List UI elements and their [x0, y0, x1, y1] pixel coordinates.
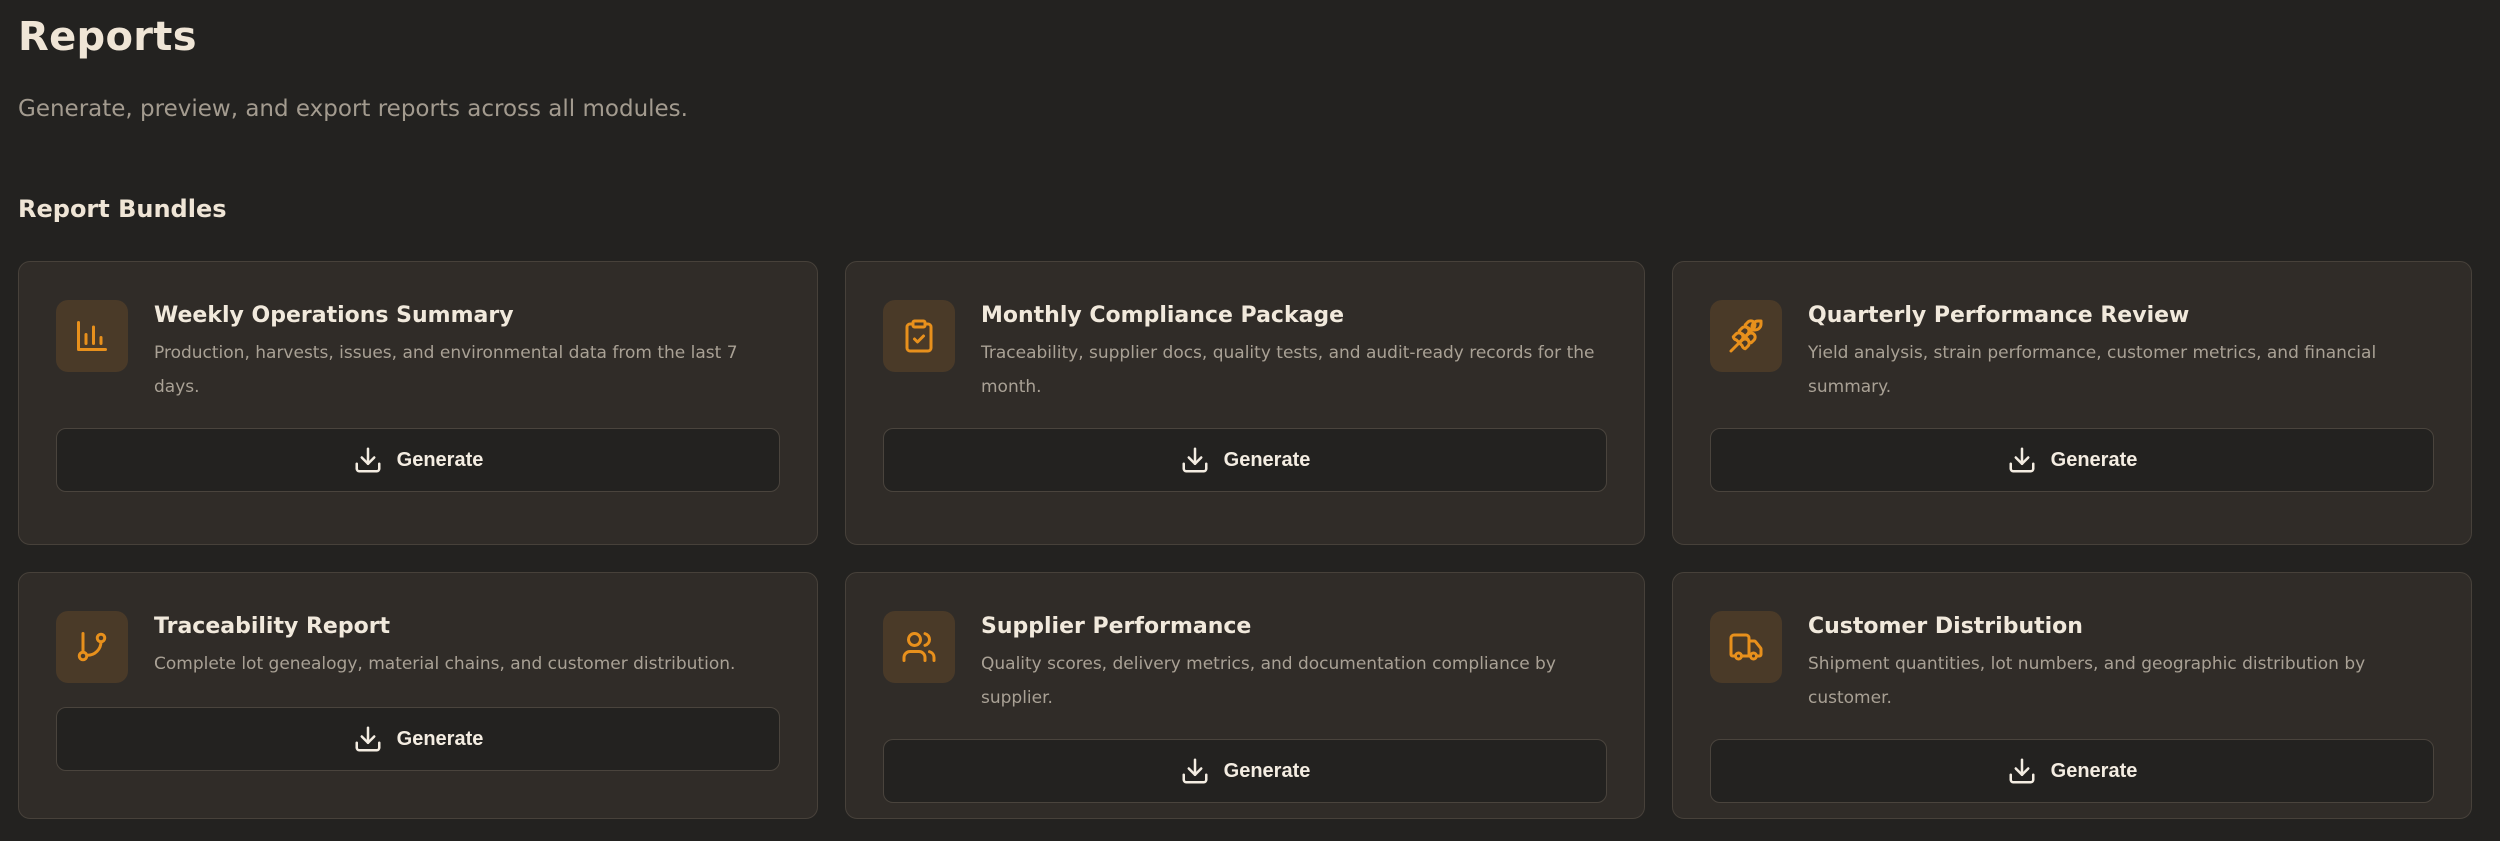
generate-button[interactable]: Generate [883, 428, 1607, 492]
card-description: Complete lot genealogy, material chains,… [154, 654, 736, 674]
generate-button-label: Generate [2050, 760, 2138, 782]
card-description: Production, harvests, issues, and enviro… [154, 343, 738, 397]
wheat-icon [1710, 300, 1782, 372]
report-card-customer-distribution: Customer Distribution Shipment quantitie… [1672, 572, 2472, 819]
page-subtitle: Generate, preview, and export reports ac… [18, 96, 688, 122]
generate-button-label: Generate [1223, 449, 1311, 471]
card-description: Traceability, supplier docs, quality tes… [981, 343, 1595, 397]
card-description: Shipment quantities, lot numbers, and ge… [1808, 654, 2366, 708]
download-icon [2009, 447, 2035, 473]
users-icon [883, 611, 955, 683]
generate-button-label: Generate [396, 728, 484, 750]
generate-button-label: Generate [2050, 449, 2138, 471]
card-title: Weekly Operations Summary [154, 303, 514, 328]
card-description: Yield analysis, strain performance, cust… [1808, 343, 2377, 397]
report-card-supplier-performance: Supplier Performance Quality scores, del… [845, 572, 1645, 819]
generate-button[interactable]: Generate [56, 428, 780, 492]
section-title: Report Bundles [18, 195, 227, 223]
download-icon [355, 726, 381, 752]
report-card-monthly-compliance: Monthly Compliance Package Traceability,… [845, 261, 1645, 545]
generate-button[interactable]: Generate [1710, 739, 2434, 803]
card-title: Traceability Report [154, 614, 391, 639]
card-title: Monthly Compliance Package [981, 303, 1345, 328]
report-bundles-grid: Weekly Operations Summary Production, ha… [18, 261, 2472, 819]
report-card-traceability: Traceability Report Complete lot genealo… [18, 572, 818, 819]
card-title: Customer Distribution [1808, 614, 2083, 639]
git-branch-icon [56, 611, 128, 683]
download-icon [1182, 758, 1208, 784]
card-title: Supplier Performance [981, 614, 1252, 639]
clipboard-check-icon [883, 300, 955, 372]
card-title: Quarterly Performance Review [1808, 303, 2190, 328]
page-title: Reports [18, 14, 197, 60]
report-card-weekly-operations: Weekly Operations Summary Production, ha… [18, 261, 818, 545]
generate-button[interactable]: Generate [1710, 428, 2434, 492]
reports-page: Reports Generate, preview, and export re… [0, 0, 2500, 841]
card-description: Quality scores, delivery metrics, and do… [981, 654, 1556, 708]
generate-button[interactable]: Generate [883, 739, 1607, 803]
truck-icon [1710, 611, 1782, 683]
download-icon [1182, 447, 1208, 473]
download-icon [2009, 758, 2035, 784]
generate-button[interactable]: Generate [56, 707, 780, 771]
download-icon [355, 447, 381, 473]
generate-button-label: Generate [396, 449, 484, 471]
bar-chart-icon [56, 300, 128, 372]
generate-button-label: Generate [1223, 760, 1311, 782]
report-card-quarterly-performance: Quarterly Performance Review Yield analy… [1672, 261, 2472, 545]
